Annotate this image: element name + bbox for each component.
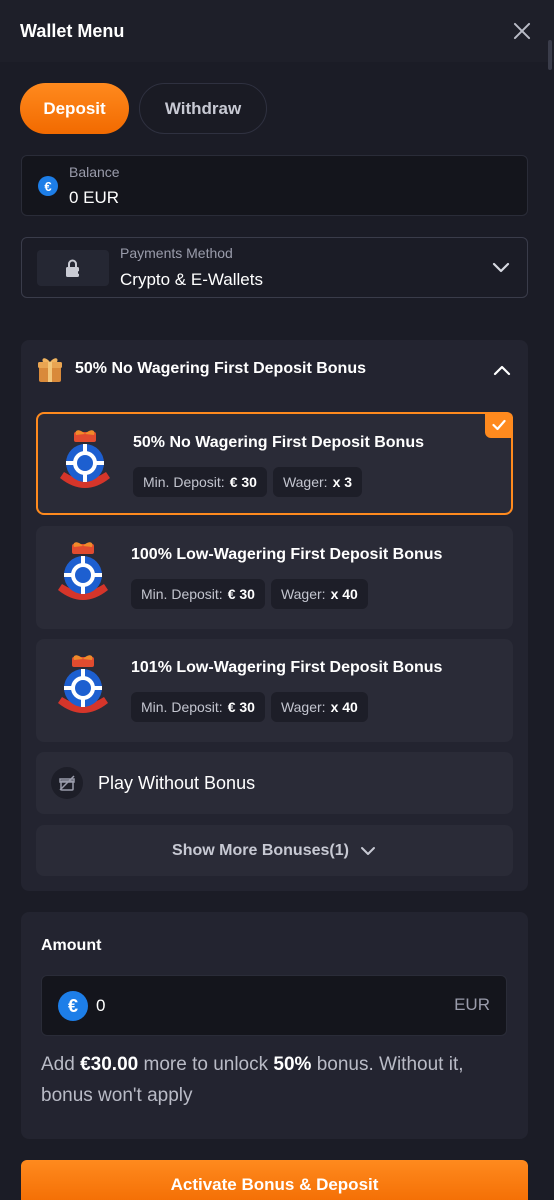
min-deposit-label: Min. Deposit: <box>141 699 223 715</box>
min-deposit-value: € 30 <box>227 586 255 602</box>
min-deposit-chip: Min. Deposit: € 30 <box>133 467 267 497</box>
chevron-down-icon <box>492 262 510 273</box>
tab-withdraw[interactable]: Withdraw <box>139 83 267 134</box>
payment-method-icon <box>37 250 109 286</box>
chevron-up-icon[interactable] <box>492 360 512 380</box>
bonus-chip-icon <box>50 540 116 611</box>
bonus-chips: Min. Deposit: € 30 Wager: x 3 <box>133 467 363 497</box>
min-deposit-value: € 30 <box>229 474 257 490</box>
info-amount: €30.00 <box>80 1054 139 1075</box>
bonus-card[interactable]: 101% Low-Wagering First Deposit Bonus Mi… <box>36 639 513 742</box>
amount-input[interactable] <box>96 992 426 1020</box>
play-without-bonus-label: Play Without Bonus <box>98 772 256 793</box>
wager-chip: Wager: x 40 <box>270 579 368 609</box>
min-deposit-label: Min. Deposit: <box>141 586 223 602</box>
min-deposit-label: Min. Deposit: <box>143 474 225 490</box>
info-text: more to unlock <box>138 1054 274 1075</box>
payment-method-value: Crypto & E-Wallets <box>120 270 263 289</box>
balance-display: € Balance 0 EUR <box>21 155 528 216</box>
wallet-tabs: Deposit Withdraw <box>20 83 267 134</box>
info-percent: 50% <box>273 1054 312 1075</box>
amount-label: Amount <box>41 937 102 954</box>
min-deposit-chip: Min. Deposit: € 30 <box>131 579 265 609</box>
balance-label: Balance <box>69 164 120 180</box>
wager-chip: Wager: x 40 <box>270 692 368 722</box>
wager-chip: Wager: x 3 <box>272 467 363 497</box>
show-more-bonuses-button[interactable]: Show More Bonuses(1) <box>36 825 513 876</box>
wallet-lock-icon <box>66 259 82 277</box>
gift-box-icon <box>38 358 62 382</box>
bonus-panel: 50% No Wagering First Deposit Bonus 50% … <box>21 340 528 891</box>
balance-value: 0 EUR <box>69 188 120 207</box>
amount-field[interactable]: € EUR <box>41 975 507 1036</box>
bonus-panel-header[interactable]: 50% No Wagering First Deposit Bonus <box>35 354 514 384</box>
bonus-title: 100% Low-Wagering First Deposit Bonus <box>131 546 443 563</box>
min-deposit-value: € 30 <box>227 699 255 715</box>
bonus-chips: Min. Deposit: € 30 Wager: x 40 <box>131 579 368 609</box>
play-without-bonus-option[interactable]: Play Without Bonus <box>36 752 513 814</box>
scrollbar[interactable] <box>548 40 552 70</box>
page-title: Wallet Menu <box>20 20 125 41</box>
wager-value: x 40 <box>330 699 358 715</box>
wager-value: x 3 <box>332 474 353 490</box>
payment-method-select[interactable]: Payments Method Crypto & E-Wallets <box>21 237 528 298</box>
bonus-title: 50% No Wagering First Deposit Bonus <box>133 434 424 451</box>
bonus-unlock-info: Add €30.00 more to unlock 50% bonus. Wit… <box>41 1049 511 1111</box>
min-deposit-chip: Min. Deposit: € 30 <box>131 692 265 722</box>
bonus-chip-icon <box>50 653 116 724</box>
activate-bonus-deposit-button[interactable]: Activate Bonus & Deposit <box>21 1160 528 1200</box>
amount-currency: EUR <box>454 995 490 1014</box>
euro-icon: € <box>58 991 88 1021</box>
no-gift-icon <box>51 767 83 799</box>
bonus-title: 101% Low-Wagering First Deposit Bonus <box>131 659 443 676</box>
amount-panel: Amount € EUR Add €30.00 more to unlock 5… <box>21 912 528 1139</box>
wager-label: Wager: <box>280 699 326 715</box>
payment-method-label: Payments Method <box>120 245 233 261</box>
bonus-chip-icon <box>52 428 118 499</box>
tab-deposit[interactable]: Deposit <box>20 83 129 134</box>
show-more-label: Show More Bonuses(1) <box>172 841 349 859</box>
wallet-header: Wallet Menu <box>0 0 554 62</box>
chevron-down-icon <box>360 846 375 855</box>
info-text: Add <box>41 1054 81 1075</box>
wager-value: x 40 <box>330 586 358 602</box>
wager-label: Wager: <box>282 474 328 490</box>
close-icon[interactable] <box>510 19 534 43</box>
bonus-card[interactable]: 100% Low-Wagering First Deposit Bonus Mi… <box>36 526 513 629</box>
bonus-card-selected[interactable]: 50% No Wagering First Deposit Bonus Min.… <box>36 412 513 515</box>
euro-icon: € <box>38 176 58 196</box>
bonus-panel-title: 50% No Wagering First Deposit Bonus <box>75 360 366 377</box>
wager-label: Wager: <box>280 586 326 602</box>
bonus-chips: Min. Deposit: € 30 Wager: x 40 <box>131 692 368 722</box>
check-icon <box>485 412 513 438</box>
